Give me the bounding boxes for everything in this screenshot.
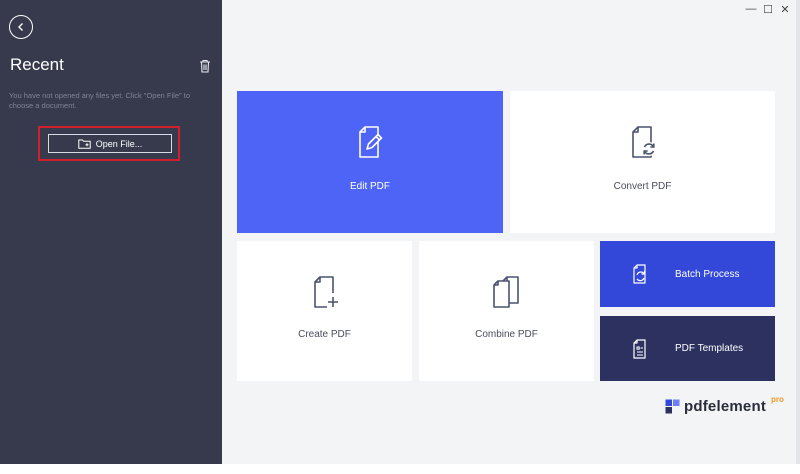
create-pdf-tile[interactable]: Create PDF bbox=[237, 241, 412, 381]
batch-process-label: Batch Process bbox=[675, 268, 740, 280]
brand-name: pdfelement bbox=[684, 398, 767, 415]
batch-process-icon bbox=[633, 264, 646, 284]
brand-edition: pro bbox=[771, 395, 784, 404]
bottom-strip bbox=[0, 464, 800, 474]
convert-pdf-label: Convert PDF bbox=[613, 181, 672, 192]
minimize-button[interactable]: — bbox=[745, 3, 757, 15]
create-pdf-label: Create PDF bbox=[298, 329, 351, 340]
recent-title: Recent bbox=[10, 55, 64, 74]
pdf-templates-label: PDF Templates bbox=[675, 343, 744, 354]
combine-documents-icon bbox=[492, 276, 519, 308]
window-edge bbox=[796, 0, 800, 464]
template-icon bbox=[633, 338, 646, 359]
back-arrow-icon bbox=[18, 23, 23, 31]
recent-sidebar: Recent You have not opened any files yet… bbox=[0, 0, 222, 464]
trash-icon bbox=[200, 59, 210, 73]
back-button[interactable] bbox=[9, 15, 33, 39]
convert-document-icon bbox=[631, 126, 656, 158]
empty-recent-message: You have not opened any files yet. Click… bbox=[9, 91, 190, 110]
edit-pdf-tile[interactable]: Edit PDF bbox=[237, 91, 503, 233]
open-file-label: Open File... bbox=[95, 138, 143, 149]
maximize-button[interactable]: ☐ bbox=[762, 3, 774, 16]
pdfelement-logo-icon bbox=[665, 399, 680, 414]
combine-pdf-label: Combine PDF bbox=[475, 329, 538, 340]
open-file-button[interactable]: Open File... bbox=[48, 134, 172, 153]
create-document-icon bbox=[313, 276, 338, 308]
clear-recent-button[interactable] bbox=[199, 59, 213, 73]
edit-document-icon bbox=[359, 126, 383, 158]
pdfelement-logo: pdfelement pro bbox=[665, 395, 784, 415]
batch-process-tile[interactable]: Batch Process bbox=[600, 241, 775, 307]
edit-pdf-label: Edit PDF bbox=[349, 181, 390, 192]
pdf-templates-tile[interactable]: PDF Templates bbox=[600, 316, 775, 381]
close-button[interactable]: ✕ bbox=[779, 3, 791, 16]
combine-pdf-tile[interactable]: Combine PDF bbox=[419, 241, 594, 381]
folder-icon bbox=[78, 139, 91, 149]
convert-pdf-tile[interactable]: Convert PDF bbox=[510, 91, 775, 233]
